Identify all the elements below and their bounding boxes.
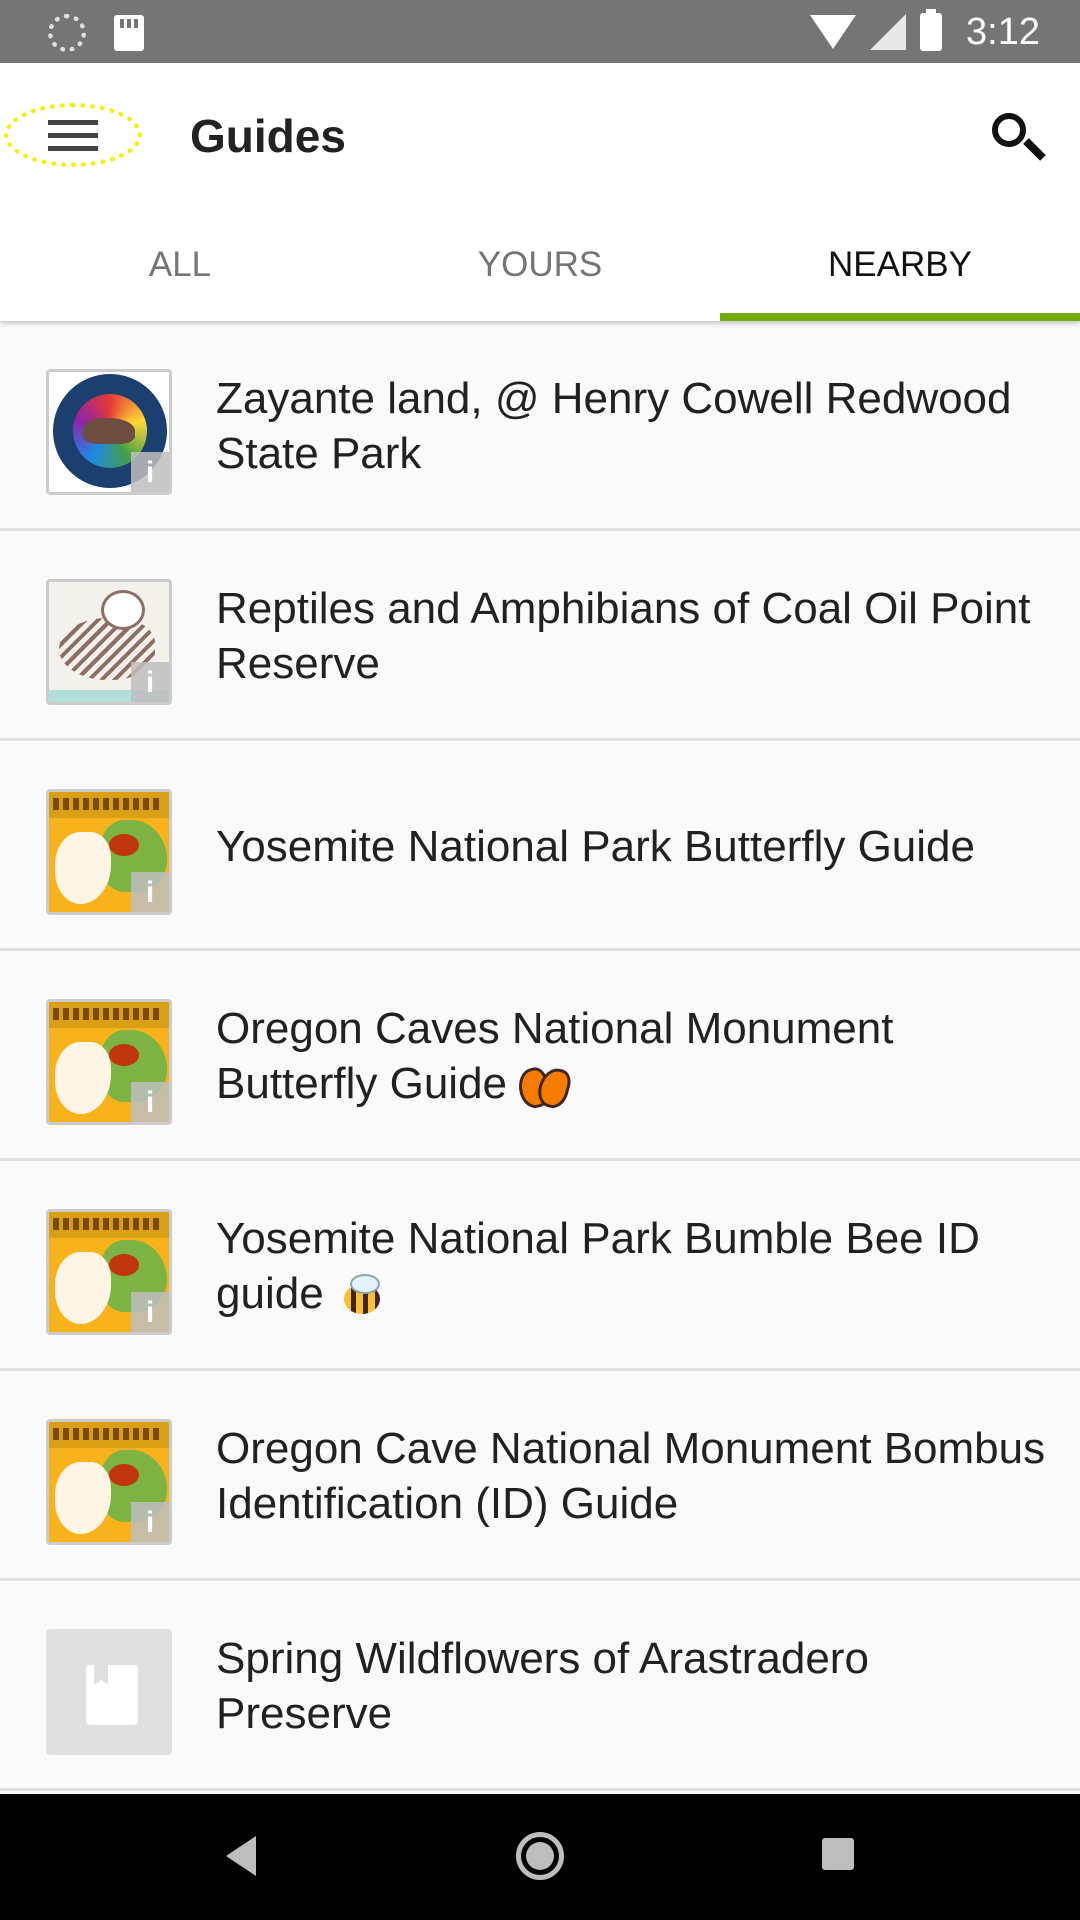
tab-all[interactable]: ALL	[0, 213, 360, 321]
info-icon[interactable]: i	[131, 872, 169, 912]
guide-thumbnail: i	[46, 579, 172, 705]
guide-thumbnail	[46, 1629, 172, 1755]
list-item[interactable]: i Oregon Cave National Monument Bombus I…	[0, 1371, 1080, 1581]
list-item[interactable]: i Reptiles and Amphibians of Coal Oil Po…	[0, 531, 1080, 741]
system-nav-bar	[0, 1794, 1080, 1920]
guide-title: Yosemite National Park Bumble Bee ID gui…	[216, 1214, 980, 1318]
page-title: Guides	[190, 110, 346, 162]
sync-icon	[48, 14, 86, 52]
list-item[interactable]: Spring Wildflowers of Arastradero Preser…	[0, 1581, 1080, 1791]
butterfly-icon	[519, 1064, 569, 1108]
guide-title: Zayante land, @ Henry Cowell Redwood Sta…	[216, 374, 1012, 478]
tab-yours[interactable]: YOURS	[360, 213, 720, 321]
list-item[interactable]: i Yosemite National Park Bumble Bee ID g…	[0, 1161, 1080, 1371]
recents-icon[interactable]	[822, 1838, 854, 1870]
status-time: 3:12	[966, 10, 1040, 53]
bee-icon	[336, 1274, 386, 1318]
tab-nearby[interactable]: NEARBY	[720, 213, 1080, 321]
info-icon[interactable]: i	[131, 662, 169, 702]
guide-title: Oregon Cave National Monument Bombus Ide…	[216, 1424, 1046, 1528]
sd-card-icon	[114, 15, 144, 51]
list-item[interactable]: i Yosemite National Park Butterfly Guide	[0, 741, 1080, 951]
guide-thumbnail: i	[46, 369, 172, 495]
hamburger-menu-icon[interactable]	[4, 103, 142, 167]
tab-bar: ALL YOURS NEARBY	[0, 213, 1080, 321]
info-icon[interactable]: i	[131, 1292, 169, 1332]
home-icon[interactable]	[516, 1832, 564, 1880]
list-item[interactable]: i Zayante land, @ Henry Cowell Redwood S…	[0, 321, 1080, 531]
status-bar: 3:12	[0, 0, 1080, 63]
guide-thumbnail: i	[46, 1209, 172, 1335]
guide-thumbnail: i	[46, 1419, 172, 1545]
guide-title: Spring Wildflowers of Arastradero Preser…	[216, 1634, 869, 1738]
guide-title: Yosemite National Park Butterfly Guide	[216, 821, 975, 871]
list-item[interactable]: i Oregon Caves National Monument Butterf…	[0, 951, 1080, 1161]
back-icon[interactable]	[226, 1836, 256, 1876]
signal-icon	[870, 14, 907, 50]
info-icon[interactable]: i	[131, 1082, 169, 1122]
search-icon[interactable]	[990, 111, 1046, 163]
guide-thumbnail: i	[46, 789, 172, 915]
info-icon[interactable]: i	[131, 1502, 169, 1542]
guide-thumbnail: i	[46, 999, 172, 1125]
guide-title: Reptiles and Amphibians of Coal Oil Poin…	[216, 584, 1031, 688]
wifi-icon	[810, 13, 857, 51]
info-icon[interactable]: i	[131, 452, 169, 492]
app-bar: Guides	[0, 63, 1080, 213]
book-icon	[86, 1665, 138, 1725]
battery-icon	[920, 9, 943, 51]
guides-list: i Zayante land, @ Henry Cowell Redwood S…	[0, 321, 1080, 1791]
guide-title: Oregon Caves National Monument Butterfly…	[216, 1004, 894, 1108]
